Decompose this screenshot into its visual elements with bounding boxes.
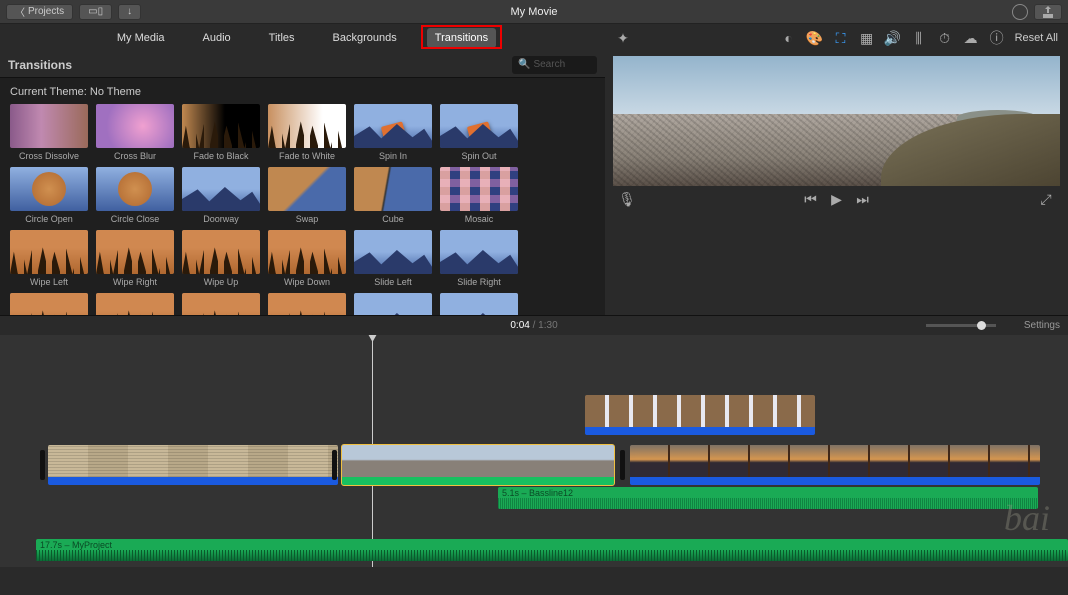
fullscreen-icon[interactable]: ⤢ xyxy=(1038,192,1054,208)
clip-sunset[interactable] xyxy=(630,445,1040,485)
transition-doorway[interactable] xyxy=(182,167,260,211)
transition-spin-out[interactable] xyxy=(440,104,518,148)
transition-label: Fade to White xyxy=(268,151,346,163)
clip-handle[interactable] xyxy=(332,450,337,480)
volume-icon[interactable]: 🔊 xyxy=(885,30,901,46)
speed-icon[interactable]: ⏱ xyxy=(937,30,953,46)
transition-item[interactable] xyxy=(10,293,88,315)
transition-label: Circle Close xyxy=(96,214,174,226)
transition-item[interactable] xyxy=(182,293,260,315)
transition-mosaic[interactable] xyxy=(440,167,518,211)
transition-cross-blur[interactable] xyxy=(96,104,174,148)
timeline[interactable]: 5.1s – Bassline12 17.7s – MyProject bai xyxy=(0,335,1068,567)
transition-item[interactable] xyxy=(354,293,432,315)
transition-label: Circle Open xyxy=(10,214,88,226)
tabs-row: My Media Audio Titles Backgrounds Transition… xyxy=(0,24,1068,52)
transition-label: Doorway xyxy=(182,214,260,226)
tab-transitions[interactable]: Transitions xyxy=(427,28,496,48)
transition-item[interactable] xyxy=(96,293,174,315)
clip-filter-icon[interactable]: ☁ xyxy=(963,30,979,46)
transition-spin-in[interactable] xyxy=(354,104,432,148)
transition-label: Fade to Black xyxy=(182,151,260,163)
transition-circle-close[interactable] xyxy=(96,167,174,211)
transition-label: Wipe Up xyxy=(182,277,260,289)
share-button[interactable] xyxy=(1034,4,1062,20)
transition-item[interactable] xyxy=(268,293,346,315)
transition-cube[interactable] xyxy=(354,167,432,211)
play-button[interactable]: ▶ xyxy=(829,192,845,208)
crop-icon[interactable]: ⛶ xyxy=(833,30,849,46)
import-button[interactable]: ↓ xyxy=(118,4,141,20)
preview-panel: 🎙 ⏮ ▶ ⏭ ⤢ xyxy=(605,52,1068,315)
clip-bridge[interactable] xyxy=(585,395,815,435)
audio-clip-project[interactable]: 17.7s – MyProject xyxy=(36,539,1068,561)
clip-start-handle[interactable] xyxy=(40,450,45,480)
tab-titles[interactable]: Titles xyxy=(261,28,303,48)
transition-item[interactable] xyxy=(440,293,518,315)
transition-fade-to-white[interactable] xyxy=(268,104,346,148)
search-input[interactable]: 🔍 Search xyxy=(512,56,597,74)
transition-label: Spin In xyxy=(354,151,432,163)
transition-label: Wipe Left xyxy=(10,277,88,289)
next-button[interactable]: ⏭ xyxy=(855,192,871,208)
tab-audio[interactable]: Audio xyxy=(195,28,239,48)
transition-label: Cross Dissolve xyxy=(10,151,88,163)
timecode: 0:04 / 1:30 xyxy=(510,320,557,331)
titlebar: 〈Projects ▭▯ ↓ My Movie xyxy=(0,0,1068,24)
transition-wipe-left[interactable] xyxy=(10,230,88,274)
library-toggle-button[interactable]: ▭▯ xyxy=(79,4,112,20)
transition-wipe-up[interactable] xyxy=(182,230,260,274)
info-icon[interactable]: ⓘ xyxy=(989,30,1005,46)
projects-back-button[interactable]: 〈Projects xyxy=(6,4,73,20)
transition-fade-to-black[interactable] xyxy=(182,104,260,148)
transition-label: Spin Out xyxy=(440,151,518,163)
search-icon: 🔍 xyxy=(518,59,530,70)
transition-label: Cube xyxy=(354,214,432,226)
clip-amphitheater[interactable] xyxy=(48,445,338,485)
transition-label: Wipe Down xyxy=(268,277,346,289)
stabilize-icon[interactable]: ▦ xyxy=(859,30,875,46)
transition-wipe-right[interactable] xyxy=(96,230,174,274)
timeline-settings-button[interactable]: Settings xyxy=(1024,320,1060,331)
transition-label: Cross Blur xyxy=(96,151,174,163)
reset-all-button[interactable]: Reset All xyxy=(1015,32,1058,44)
tab-my-media[interactable]: My Media xyxy=(109,28,173,48)
voiceover-icon[interactable]: 🎙 xyxy=(619,192,635,208)
record-indicator xyxy=(1012,4,1028,20)
clip-handle[interactable] xyxy=(620,450,625,480)
transition-slide-left[interactable] xyxy=(354,230,432,274)
transition-swap[interactable] xyxy=(268,167,346,211)
transition-cross-dissolve[interactable] xyxy=(10,104,88,148)
transition-slide-right[interactable] xyxy=(440,230,518,274)
project-title: My Movie xyxy=(510,6,557,18)
magic-wand-icon[interactable]: ✦ xyxy=(615,30,631,46)
zoom-slider[interactable] xyxy=(926,324,996,327)
clip-cityscape[interactable] xyxy=(342,445,614,485)
timeline-header: 0:04 / 1:30 Settings xyxy=(0,315,1068,335)
transition-label: Slide Right xyxy=(440,277,518,289)
color-balance-icon[interactable]: ◐ xyxy=(781,30,797,46)
transition-label: Wipe Right xyxy=(96,277,174,289)
prev-button[interactable]: ⏮ xyxy=(803,192,819,208)
transition-wipe-down[interactable] xyxy=(268,230,346,274)
transition-label: Slide Left xyxy=(354,277,432,289)
audio-clip-bassline[interactable]: 5.1s – Bassline12 xyxy=(498,487,1038,509)
transition-label: Swap xyxy=(268,214,346,226)
current-theme-label: Current Theme: No Theme xyxy=(0,78,605,104)
transition-label: Mosaic xyxy=(440,214,518,226)
media-browser: Transitions 🔍 Search Current Theme: No T… xyxy=(0,52,605,315)
color-correction-icon[interactable]: 🎨 xyxy=(807,30,823,46)
preview-canvas[interactable] xyxy=(613,56,1060,186)
tab-backgrounds[interactable]: Backgrounds xyxy=(325,28,405,48)
noise-reduction-icon[interactable]: ⫼ xyxy=(911,30,927,46)
transition-circle-open[interactable] xyxy=(10,167,88,211)
browser-title: Transitions xyxy=(8,58,72,72)
